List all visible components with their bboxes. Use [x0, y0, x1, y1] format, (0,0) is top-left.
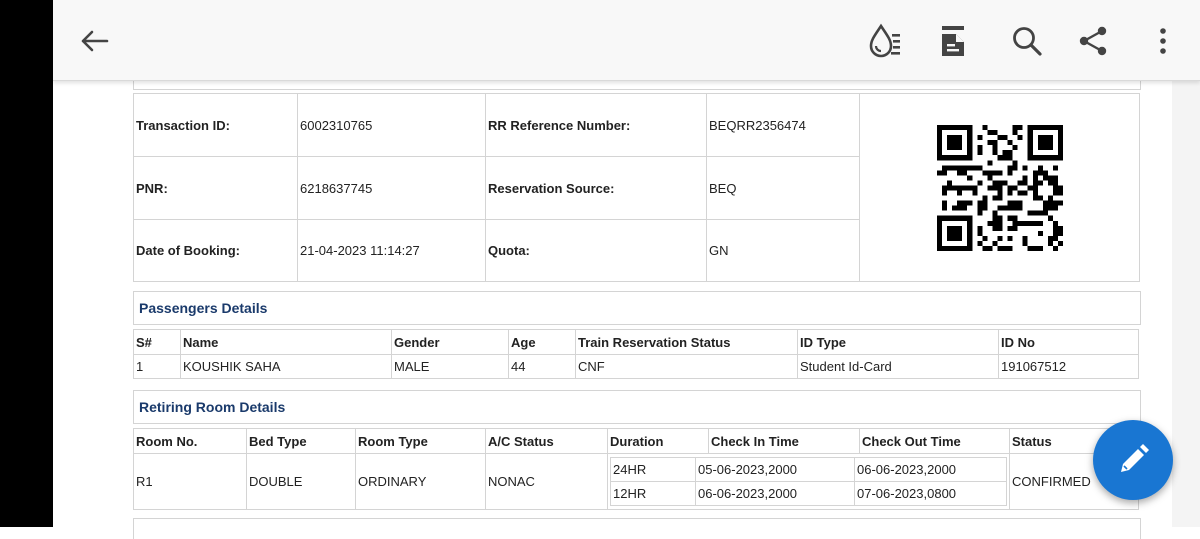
qr-code-modules — [936, 124, 1063, 251]
quota-label: Quota: — [485, 219, 707, 282]
room-type-value: ORDINARY — [355, 453, 486, 510]
passengers-section-header: Passengers Details — [133, 291, 1141, 325]
slots-table: 24HR 05-06-2023,2000 06-06-2023,2000 12H… — [610, 457, 1007, 506]
back-arrow-icon — [81, 30, 109, 52]
col-header-age: Age — [508, 329, 576, 355]
slots-cell: 24HR 05-06-2023,2000 06-06-2023,2000 12H… — [607, 453, 1010, 510]
more-options-button[interactable] — [1145, 20, 1181, 62]
share-icon — [1079, 26, 1107, 56]
col-header-sno: S# — [133, 329, 181, 355]
passengers-table: S# Name Gender Age Train Reservation Sta… — [133, 329, 1139, 379]
passenger-id-type: Student Id-Card — [797, 354, 999, 379]
passenger-reservation-status: CNF — [575, 354, 798, 379]
pnr-label: PNR: — [133, 156, 298, 220]
passenger-gender: MALE — [391, 354, 509, 379]
date-of-booking-label: Date of Booking: — [133, 219, 298, 282]
col-header-gender: Gender — [391, 329, 509, 355]
col-header-id-type: ID Type — [797, 329, 999, 355]
ac-status-value: NONAC — [485, 453, 608, 510]
table-row: R1 DOUBLE ORDINARY NONAC 24HR 05-06-2023… — [133, 453, 1139, 510]
qr-code-icon — [936, 124, 1063, 251]
col-header-room-no: Room No. — [133, 428, 247, 454]
col-header-ac-status: A/C Status — [485, 428, 608, 454]
reservation-source-label: Reservation Source: — [485, 156, 707, 220]
slot-duration: 12HR — [610, 481, 696, 506]
retiring-room-section-title: Retiring Room Details — [139, 399, 286, 415]
top-toolbar — [53, 0, 1200, 81]
reservation-source-value: BEQ — [706, 156, 860, 220]
pnr-value: 6218637745 — [297, 156, 486, 220]
bed-type-value: DOUBLE — [246, 453, 356, 510]
back-button[interactable] — [73, 20, 115, 62]
table-row: 12HR 06-06-2023,2000 07-06-2023,0800 — [610, 481, 1007, 506]
col-header-name: Name — [180, 329, 392, 355]
col-header-room-type: Room Type — [355, 428, 486, 454]
quota-value: GN — [706, 219, 860, 282]
transaction-id-value: 6002310765 — [297, 93, 486, 157]
previous-section-edge — [133, 81, 1141, 90]
col-header-duration: Duration — [607, 428, 709, 454]
search-icon — [1013, 27, 1042, 56]
col-header-reservation-status: Train Reservation Status — [575, 329, 798, 355]
table-row: 24HR 05-06-2023,2000 06-06-2023,2000 — [610, 457, 1007, 482]
ink-mode-button[interactable] — [861, 20, 907, 62]
passengers-section-title: Passengers Details — [139, 300, 268, 316]
slot-check-out: 06-06-2023,2000 — [854, 457, 1007, 482]
rr-reference-value: BEQRR2356474 — [706, 93, 860, 157]
rr-reference-label: RR Reference Number: — [485, 93, 707, 157]
col-header-bed-type: Bed Type — [246, 428, 356, 454]
passenger-age: 44 — [508, 354, 576, 379]
more-vert-icon — [1160, 28, 1166, 54]
booking-info-table: Transaction ID: 6002310765 RR Reference … — [133, 93, 1140, 282]
qr-code-cell — [859, 93, 1140, 282]
next-section-edge — [133, 518, 1141, 539]
passenger-name: KOUSHIK SAHA — [180, 354, 392, 379]
search-button[interactable] — [1005, 20, 1049, 62]
document-page: Transaction ID: 6002310765 RR Reference … — [53, 81, 1172, 539]
ink-drop-icon — [869, 23, 900, 58]
edit-button[interactable] — [1093, 420, 1173, 500]
retiring-room-table: Room No. Bed Type Room Type A/C Status D… — [133, 428, 1139, 510]
passenger-id-no: 191067512 — [998, 354, 1139, 379]
page-layout-button[interactable] — [931, 20, 975, 62]
edit-pencil-icon — [1121, 444, 1149, 472]
slot-check-out: 07-06-2023,0800 — [854, 481, 1007, 506]
page-layout-icon — [942, 26, 964, 56]
slot-duration: 24HR — [610, 457, 696, 482]
share-button[interactable] — [1071, 20, 1115, 62]
col-header-check-out: Check Out Time — [859, 428, 1010, 454]
col-header-check-in: Check In Time — [708, 428, 860, 454]
table-row: 1 KOUSHIK SAHA MALE 44 CNF Student Id-Ca… — [133, 354, 1139, 379]
retiring-room-section-header: Retiring Room Details — [133, 390, 1141, 424]
right-margin-area — [1172, 80, 1200, 527]
slot-check-in: 06-06-2023,2000 — [695, 481, 855, 506]
room-no-value: R1 — [133, 453, 247, 510]
transaction-id-label: Transaction ID: — [133, 93, 298, 157]
col-header-id-no: ID No — [998, 329, 1139, 355]
date-of-booking-value: 21-04-2023 11:14:27 — [297, 219, 486, 282]
slot-check-in: 05-06-2023,2000 — [695, 457, 855, 482]
passenger-sno: 1 — [133, 354, 181, 379]
left-system-bar — [0, 0, 53, 527]
